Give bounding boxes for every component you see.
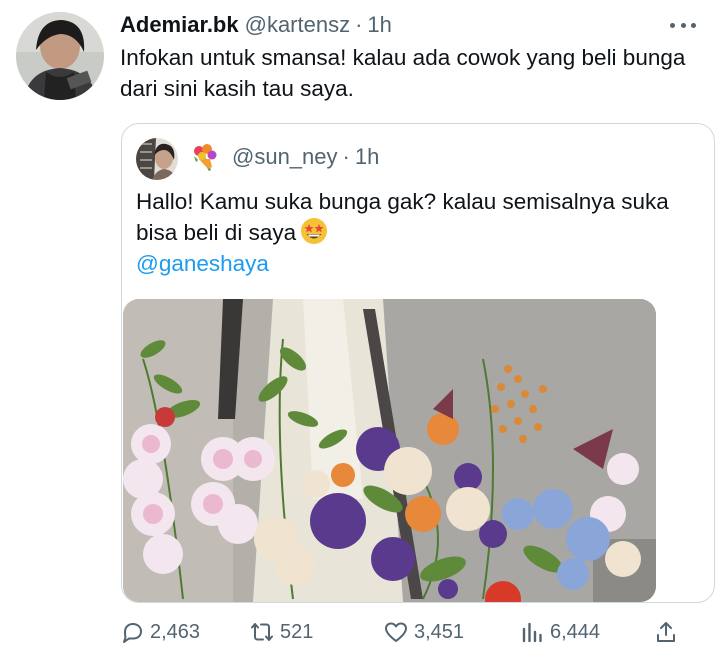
share-button[interactable] bbox=[654, 616, 684, 648]
mention-link[interactable]: @ganeshaya bbox=[136, 251, 269, 276]
star-struck-emoji bbox=[301, 218, 328, 244]
reply-count: 2,463 bbox=[150, 620, 201, 643]
tweet-media-image[interactable] bbox=[123, 299, 656, 602]
share-icon bbox=[657, 622, 675, 642]
like-button[interactable]: 3,451 bbox=[384, 616, 464, 648]
separator-dot: · bbox=[342, 144, 350, 169]
quoted-header: @sun_ney · 1h bbox=[190, 142, 379, 172]
tweet-time[interactable]: 1h bbox=[367, 12, 391, 38]
quoted-avatar[interactable] bbox=[136, 138, 178, 180]
reply-button[interactable]: 2,463 bbox=[120, 616, 200, 648]
display-name[interactable]: Ademiar.bk bbox=[120, 12, 239, 38]
retweet-button[interactable]: 521 bbox=[250, 616, 313, 648]
retweet-count: 521 bbox=[280, 620, 314, 643]
retweet-icon bbox=[251, 623, 273, 641]
bouquet-emoji bbox=[194, 144, 217, 171]
quoted-text: Hallo! Kamu suka bunga gak? kalau semisa… bbox=[136, 186, 696, 279]
quoted-body: Hallo! Kamu suka bunga gak? kalau semisa… bbox=[136, 189, 669, 245]
like-count: 3,451 bbox=[414, 620, 465, 643]
reply-icon bbox=[123, 623, 142, 643]
avatar[interactable] bbox=[16, 12, 104, 100]
heart-icon bbox=[385, 622, 407, 642]
more-icon[interactable] bbox=[670, 14, 696, 36]
separator-dot: · bbox=[355, 12, 363, 37]
quoted-handle[interactable]: @sun_ney bbox=[232, 144, 338, 170]
views-icon bbox=[522, 622, 542, 643]
action-bar: 2,463 521 3,451 6,444 bbox=[120, 616, 690, 648]
tweet-text: Infokan untuk smansa! kalau ada cowok ya… bbox=[120, 45, 686, 101]
quoted-time[interactable]: 1h bbox=[355, 144, 379, 170]
tweet-header: Ademiar.bk @kartensz · 1h bbox=[120, 10, 392, 40]
quoted-tweet[interactable]: @sun_ney · 1h Hallo! Kamu suka bunga gak… bbox=[121, 123, 715, 603]
views-button[interactable]: 6,444 bbox=[520, 616, 600, 648]
views-count: 6,444 bbox=[550, 620, 601, 643]
user-handle[interactable]: @kartensz bbox=[245, 12, 350, 38]
